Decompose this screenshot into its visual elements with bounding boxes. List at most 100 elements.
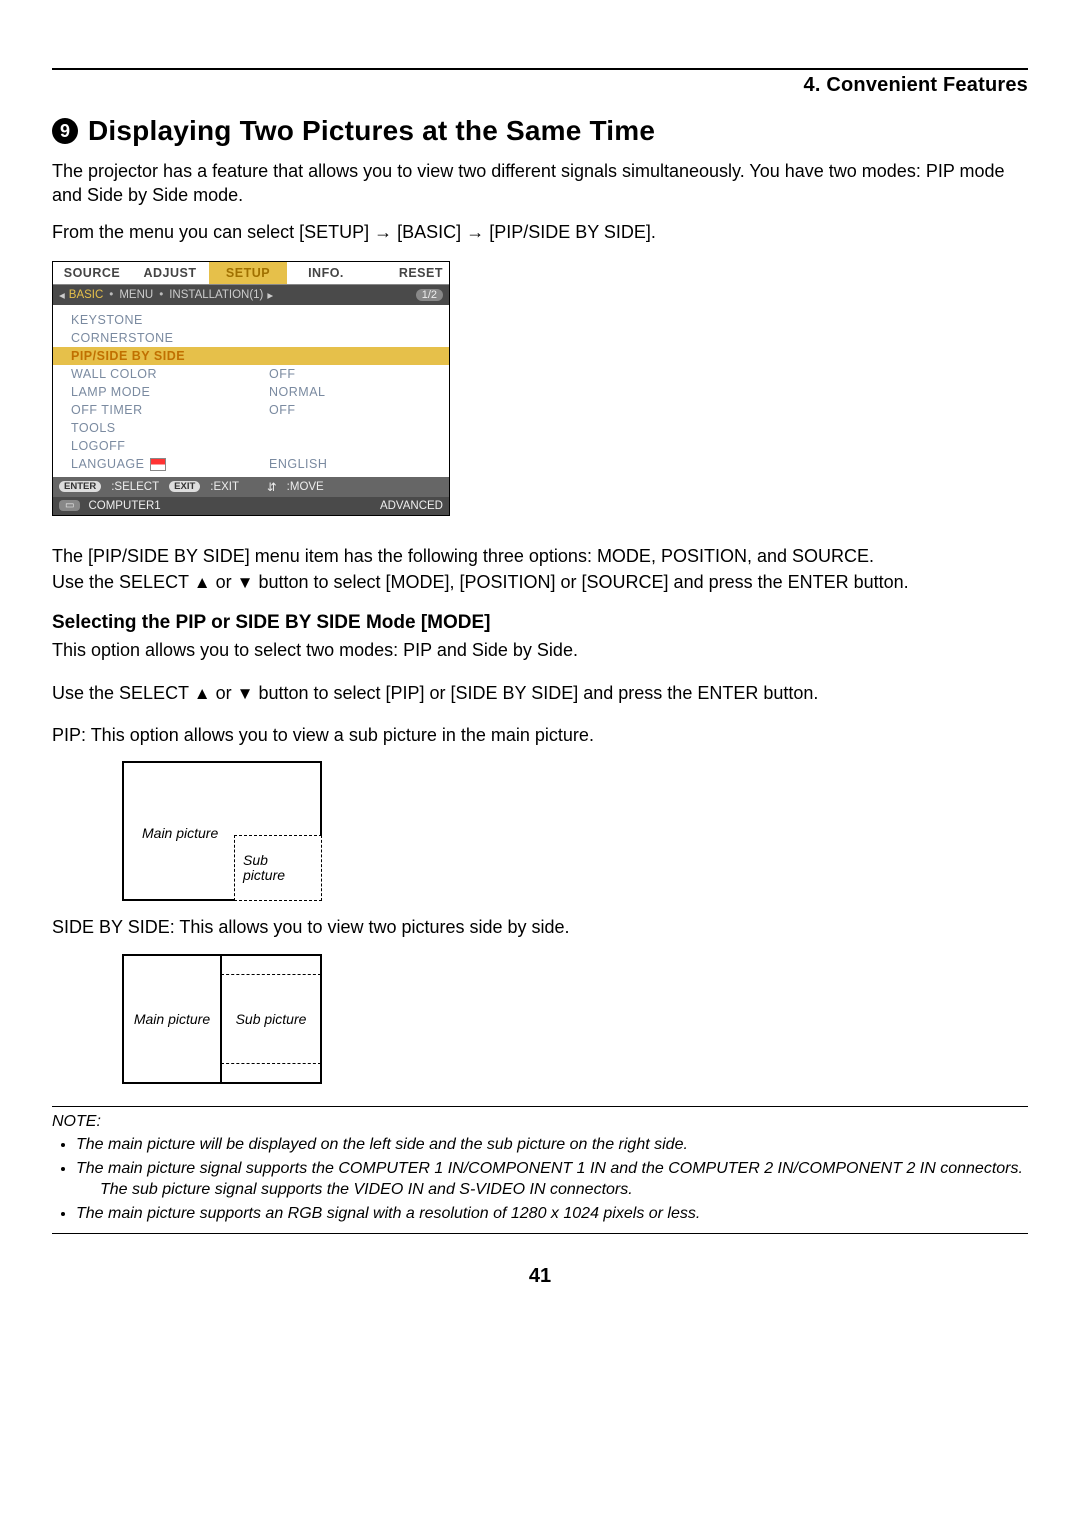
- osd-page-indicator: 1/2: [416, 289, 443, 301]
- osd-row-label-text: LANGUAGE: [71, 457, 144, 471]
- section-title-row: 9 Displaying Two Pictures at the Same Ti…: [52, 115, 1028, 147]
- osd-row-keystone: KEYSTONE: [53, 311, 449, 329]
- note-list: The main picture will be displayed on th…: [52, 1134, 1028, 1224]
- menu-path-mid2: [PIP/SIDE BY SIDE].: [489, 222, 656, 242]
- down-triangle-icon: ▼: [237, 573, 254, 592]
- osd-row-logoff: LOGOFF: [53, 437, 449, 455]
- move-label: :MOVE: [287, 481, 324, 493]
- osd-top-tabs: SOURCE ADJUST SETUP INFO. RESET: [53, 262, 449, 285]
- move-glyph-icon: ⇵: [267, 480, 277, 494]
- menu-path-line: From the menu you can select [SETUP] → […: [52, 222, 1028, 243]
- menu-path-prefix: From the menu you can select [SETUP]: [52, 222, 374, 242]
- osd-subtab-installation: INSTALLATION(1): [169, 289, 263, 301]
- up-triangle-icon: ▲: [194, 573, 211, 592]
- osd-row-label: LOGOFF: [71, 439, 269, 453]
- pip-desc: PIP: This option allows you to view a su…: [52, 723, 1028, 747]
- osd-subtab-right-arrow-icon: ▸: [267, 288, 273, 302]
- osd-row-off-timer: OFF TIMER OFF: [53, 401, 449, 419]
- arrow-icon: →: [466, 222, 484, 242]
- osd-row-label: LANGUAGE: [71, 457, 269, 471]
- note-item: The main picture will be displayed on th…: [76, 1134, 1028, 1156]
- osd-screenshot: SOURCE ADJUST SETUP INFO. RESET ◂ BASIC …: [52, 261, 450, 516]
- mode-p1: This option allows you to select two mod…: [52, 638, 1028, 662]
- osd-row-value: ENGLISH: [269, 457, 431, 471]
- pip-diagram: Main picture Sub picture: [122, 761, 322, 901]
- dot-icon: •: [159, 289, 163, 301]
- osd-row-label: WALL COLOR: [71, 367, 269, 381]
- osd-row-cornerstone: CORNERSTONE: [53, 329, 449, 347]
- osd-row-label: CORNERSTONE: [71, 331, 269, 345]
- mode-p2-suffix: button to select [PIP] or [SIDE BY SIDE]…: [258, 683, 818, 703]
- osd-row-value: NORMAL: [269, 385, 431, 399]
- osd-row-language: LANGUAGE ENGLISH: [53, 455, 449, 473]
- osd-row-value: OFF: [269, 403, 431, 417]
- mode-p2: Use the SELECT ▲ or ▼ button to select […: [52, 681, 1028, 705]
- osd-subtab-left-arrow-icon: ◂: [59, 288, 65, 302]
- osd-tab-info: INFO.: [287, 262, 365, 284]
- up-triangle-icon: ▲: [194, 684, 211, 703]
- osd-row-label: KEYSTONE: [71, 313, 269, 327]
- pip-sub-box: Sub picture: [234, 835, 322, 901]
- enter-pill-icon: ENTER: [59, 481, 101, 492]
- sbs-sub-label: Sub picture: [236, 1011, 307, 1027]
- osd-row-label: LAMP MODE: [71, 385, 269, 399]
- section-title: Displaying Two Pictures at the Same Time: [88, 115, 655, 147]
- header-rule: [52, 68, 1028, 70]
- osd-tab-source: SOURCE: [53, 262, 131, 284]
- osd-subtab-menu: MENU: [119, 289, 153, 301]
- osd-menu-body: KEYSTONE CORNERSTONE PIP/SIDE BY SIDE WA…: [53, 305, 449, 477]
- osd-row-value: [269, 421, 431, 435]
- sbs-sub-box: Sub picture: [222, 956, 320, 1082]
- note-block: NOTE: The main picture will be displayed…: [52, 1106, 1028, 1234]
- advanced-label: ADVANCED: [380, 500, 443, 512]
- pip-main-label: Main picture: [142, 825, 218, 841]
- osd-row-value: [269, 331, 431, 345]
- p2-or: or: [216, 572, 237, 592]
- page-number: 41: [0, 1265, 1080, 1288]
- sbs-desc: SIDE BY SIDE: This allows you to view tw…: [52, 915, 1028, 939]
- mode-heading: Selecting the PIP or SIDE BY SIDE Mode […: [52, 612, 1028, 634]
- mode-p2-prefix: Use the SELECT: [52, 683, 194, 703]
- exit-label: :EXIT: [210, 481, 239, 493]
- menu-path-mid1: [BASIC]: [397, 222, 466, 242]
- intro-paragraph: The projector has a feature that allows …: [52, 159, 1028, 208]
- osd-subtab-basic: BASIC: [69, 289, 104, 301]
- after-osd-p2: Use the SELECT ▲ or ▼ button to select […: [52, 570, 1028, 594]
- enter-label: :SELECT: [111, 481, 159, 493]
- note-subline: The sub picture signal supports the VIDE…: [100, 1179, 1028, 1201]
- note-item: The main picture signal supports the COM…: [76, 1158, 1028, 1201]
- section-number: 9: [60, 121, 70, 142]
- dot-icon: •: [109, 289, 113, 301]
- note-item: The main picture supports an RGB signal …: [76, 1203, 1028, 1225]
- source-icon: ▭: [59, 500, 80, 511]
- p2-prefix: Use the SELECT: [52, 572, 194, 592]
- note-item-text: The main picture signal supports the COM…: [76, 1160, 1023, 1177]
- osd-tab-adjust: ADJUST: [131, 262, 209, 284]
- osd-status-bar: ▭ COMPUTER1 ADVANCED: [53, 497, 449, 515]
- arrow-icon: →: [374, 222, 392, 242]
- osd-subtab-bar: ◂ BASIC • MENU • INSTALLATION(1) ▸ 1/2: [53, 285, 449, 305]
- after-osd-p1: The [PIP/SIDE BY SIDE] menu item has the…: [52, 544, 1028, 568]
- sbs-main-label: Main picture: [134, 1011, 210, 1027]
- osd-row-label: OFF TIMER: [71, 403, 269, 417]
- osd-help-bar: ENTER :SELECT EXIT :EXIT ⇵ :MOVE: [53, 477, 449, 497]
- osd-row-label: TOOLS: [71, 421, 269, 435]
- osd-row-value: [269, 313, 431, 327]
- chapter-title: 4. Convenient Features: [804, 74, 1028, 97]
- osd-row-label: PIP/SIDE BY SIDE: [71, 349, 269, 363]
- language-flag-icon: [150, 458, 166, 471]
- section-number-badge: 9: [52, 118, 78, 144]
- osd-row-pip-side-by-side: PIP/SIDE BY SIDE: [53, 347, 449, 365]
- mode-p2-or: or: [216, 683, 237, 703]
- chapter-header: 4. Convenient Features: [52, 74, 1028, 97]
- osd-tab-setup: SETUP: [209, 262, 287, 284]
- sbs-main-box: Main picture: [124, 956, 222, 1082]
- osd-row-lamp-mode: LAMP MODE NORMAL: [53, 383, 449, 401]
- down-triangle-icon: ▼: [237, 684, 254, 703]
- note-title: NOTE:: [52, 1113, 101, 1130]
- sbs-diagram: Main picture Sub picture: [122, 954, 322, 1084]
- osd-row-wall-color: WALL COLOR OFF: [53, 365, 449, 383]
- p2-suffix: button to select [MODE], [POSITION] or […: [258, 572, 908, 592]
- osd-row-value: OFF: [269, 367, 431, 381]
- pip-sub-label: Sub picture: [243, 853, 285, 884]
